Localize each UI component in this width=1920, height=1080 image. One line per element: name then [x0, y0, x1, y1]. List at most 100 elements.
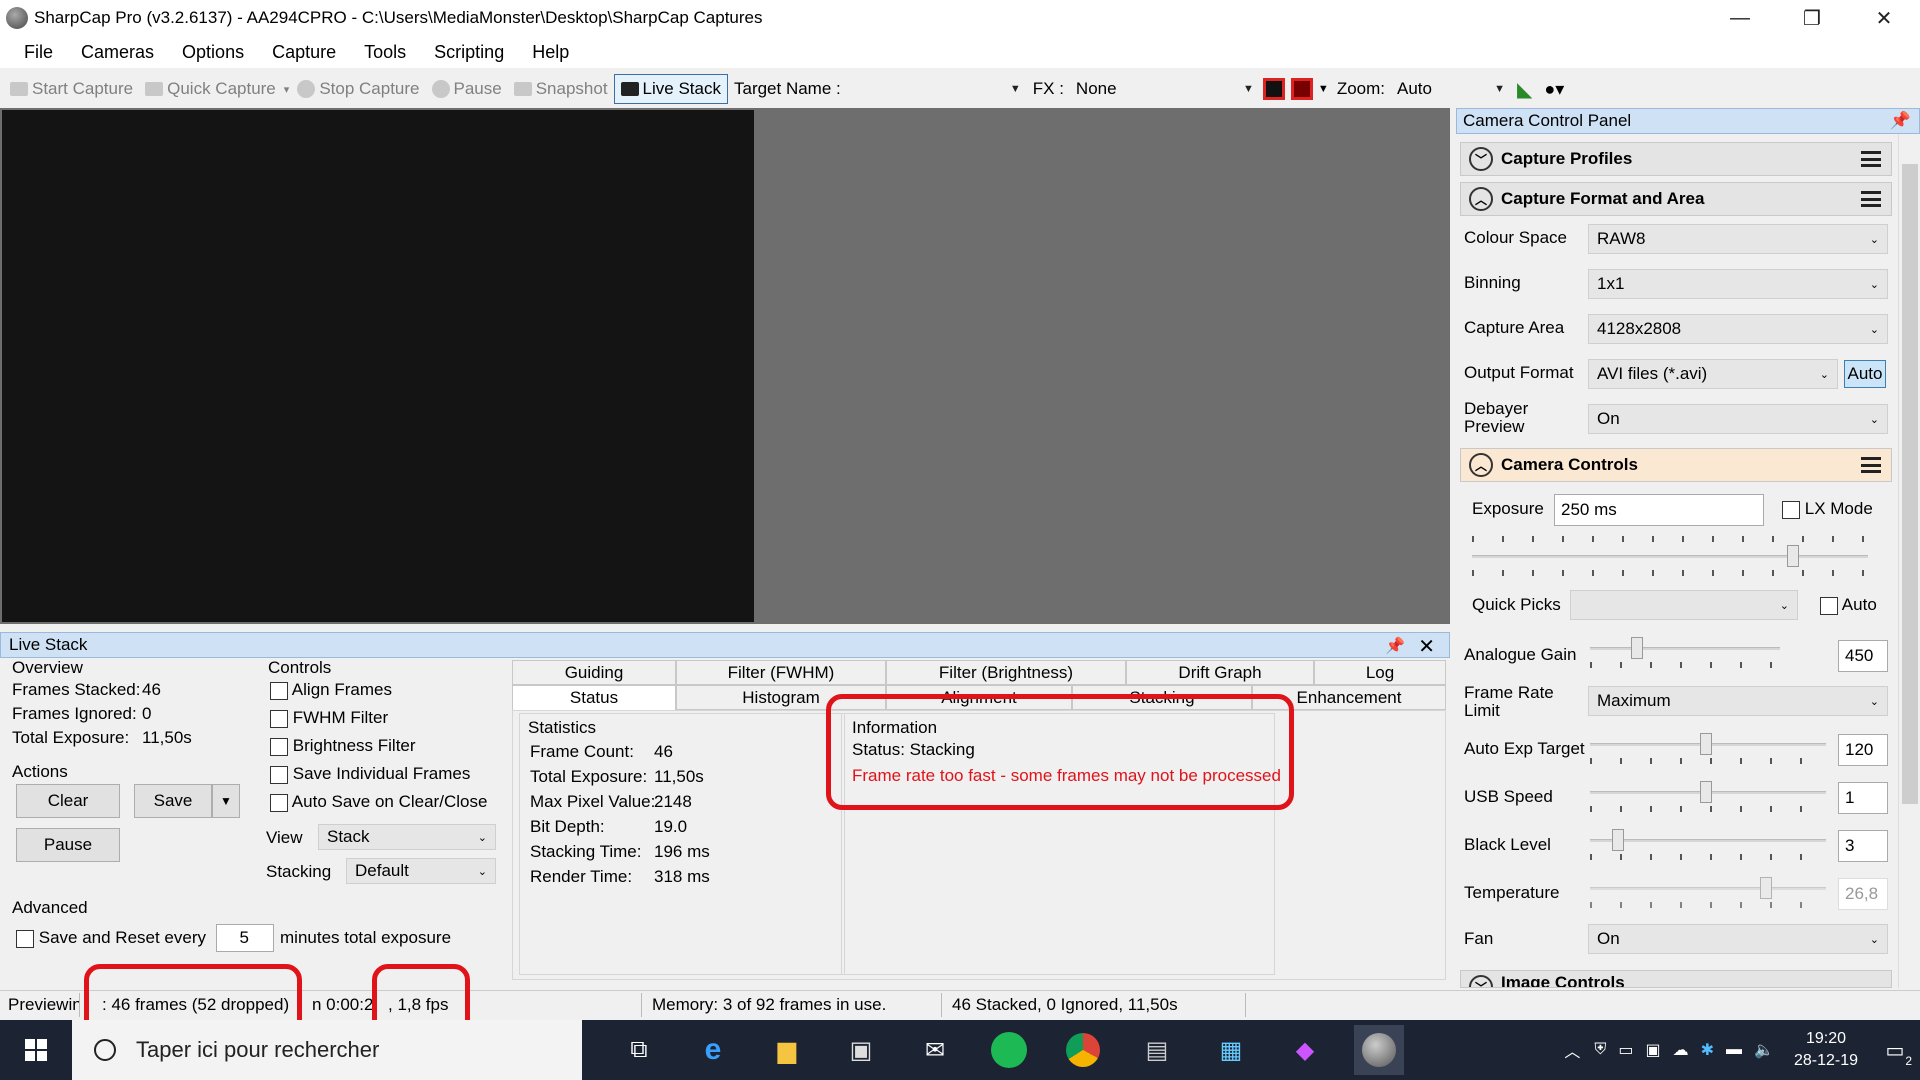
lx-mode-option[interactable]: LX Mode [1782, 500, 1873, 519]
stop-capture-button[interactable]: Stop Capture [291, 74, 425, 104]
crosshair-icon[interactable] [1290, 78, 1313, 100]
pin-icon[interactable]: 📌 [1385, 636, 1405, 656]
exposure-slider[interactable] [1472, 536, 1868, 576]
menu-scripting[interactable]: Scripting [420, 42, 518, 63]
fx-combo[interactable]: None ▼ [1069, 76, 1260, 102]
black-level-slider-thumb[interactable] [1612, 829, 1624, 851]
taskbar-clock[interactable]: 19:20 28-12-19 [1794, 1028, 1858, 1072]
tab-status[interactable]: Status [512, 685, 676, 710]
device-icon[interactable]: ▭ [1618, 1040, 1633, 1060]
brightness-filter-checkbox[interactable] [270, 737, 288, 756]
auto-save-checkbox[interactable] [270, 793, 288, 812]
pause-stack-button[interactable]: Pause [16, 828, 120, 862]
tab-filter-fwhm[interactable]: Filter (FWHM) [676, 660, 886, 685]
close-icon[interactable]: ✕ [1418, 634, 1435, 659]
lx-mode-checkbox[interactable] [1782, 500, 1800, 519]
target-name-combo[interactable]: ▼ [846, 76, 1027, 102]
image-preview-area[interactable] [0, 108, 1450, 624]
pin-icon[interactable]: 📌 [1890, 111, 1911, 131]
camera-panel-scrollbar[interactable] [1898, 134, 1920, 988]
stacking-select[interactable]: Default ⌄ [346, 858, 496, 884]
exposure-auto-checkbox[interactable] [1820, 596, 1838, 615]
spotify-icon[interactable] [984, 1025, 1034, 1075]
auto-save-option[interactable]: Auto Save on Clear/Close [270, 792, 487, 812]
sharpcap-taskbar-icon[interactable] [1354, 1025, 1404, 1075]
zoom-tool-icon[interactable]: ●▾ [1538, 74, 1570, 104]
network-share-icon[interactable]: ▣ [1646, 1040, 1661, 1060]
save-individual-frames-checkbox[interactable] [270, 765, 288, 784]
black-level-input[interactable]: 3 [1838, 830, 1888, 862]
capture-profiles-header[interactable]: ﹀ Capture Profiles [1460, 142, 1892, 176]
analogue-gain-input[interactable]: 450 [1838, 640, 1888, 672]
reticle-icon[interactable] [1262, 78, 1285, 100]
tray-chevron-up-icon[interactable]: ︿ [1564, 1038, 1580, 1062]
usb-speed-slider-thumb[interactable] [1700, 781, 1712, 803]
brightness-filter-option[interactable]: Brightness Filter [270, 736, 416, 756]
save-individual-frames-option[interactable]: Save Individual Frames [270, 764, 470, 784]
tab-guiding[interactable]: Guiding [512, 660, 676, 685]
save-reset-checkbox[interactable] [16, 929, 34, 948]
output-format-auto-button[interactable]: Auto [1844, 360, 1886, 388]
close-window-button[interactable]: ✕ [1848, 0, 1920, 36]
view-select[interactable]: Stack ⌄ [318, 824, 496, 850]
save-options-dropdown[interactable]: ▼ [212, 784, 240, 818]
image-controls-header[interactable]: ﹀ Image Controls [1460, 970, 1892, 988]
histogram-icon[interactable]: ◣ [1511, 74, 1538, 104]
align-frames-checkbox[interactable] [270, 681, 288, 700]
store-icon[interactable]: ▣ [836, 1025, 886, 1075]
capture-format-header[interactable]: ︿ Capture Format and Area [1460, 182, 1892, 216]
tab-log[interactable]: Log [1314, 660, 1446, 685]
battery-icon[interactable]: ▬ [1726, 1041, 1742, 1059]
black-level-slider[interactable] [1590, 826, 1826, 860]
quick-capture-dropdown[interactable]: ▾ [282, 74, 292, 104]
exposure-auto-option[interactable]: Auto [1820, 596, 1877, 615]
edge-browser-icon[interactable]: e [688, 1025, 738, 1075]
fwhm-filter-option[interactable]: FWHM Filter [270, 708, 388, 728]
overlay-dropdown[interactable]: ▼ [1316, 74, 1331, 104]
align-frames-option[interactable]: Align Frames [270, 680, 392, 700]
colour-space-select[interactable]: RAW8 ⌄ [1588, 224, 1888, 254]
exposure-input[interactable]: 250 ms [1554, 494, 1764, 526]
onedrive-icon[interactable]: ☁ [1673, 1040, 1689, 1060]
camera-controls-header[interactable]: ︿ Camera Controls [1460, 448, 1892, 482]
quick-capture-button[interactable]: Quick Capture [139, 74, 282, 104]
pause-capture-button[interactable]: Pause [426, 74, 508, 104]
analogue-gain-slider[interactable] [1590, 634, 1780, 668]
auto-exp-target-slider[interactable] [1590, 730, 1826, 764]
bluetooth-icon[interactable]: ✱ [1701, 1040, 1714, 1060]
minimize-button[interactable]: — [1704, 0, 1776, 36]
tab-drift-graph[interactable]: Drift Graph [1126, 660, 1314, 685]
quick-picks-select[interactable]: ⌄ [1570, 590, 1798, 620]
fan-select[interactable]: On ⌄ [1588, 924, 1888, 954]
notification-center-icon[interactable]: ▭ 2 [1870, 1020, 1920, 1080]
frame-rate-limit-select[interactable]: Maximum ⌄ [1588, 686, 1888, 716]
paint-3d-icon[interactable]: ◆ [1280, 1025, 1330, 1075]
save-reset-option[interactable]: Save and Reset every [16, 928, 206, 948]
file-explorer-icon[interactable]: ▆ [762, 1025, 812, 1075]
clear-stack-button[interactable]: Clear [16, 784, 120, 818]
app-icon-monitor[interactable]: ▤ [1132, 1025, 1182, 1075]
usb-speed-slider[interactable] [1590, 778, 1826, 812]
save-stack-button[interactable]: Save [134, 784, 212, 818]
camera-panel-scrollbar-thumb[interactable] [1902, 164, 1918, 804]
volume-icon[interactable]: 🔈 [1754, 1040, 1774, 1060]
taskbar-search[interactable]: Taper ici pour rechercher [72, 1020, 582, 1080]
fwhm-filter-checkbox[interactable] [270, 709, 288, 728]
output-format-select[interactable]: AVI files (*.avi) ⌄ [1588, 359, 1838, 389]
menu-help[interactable]: Help [518, 42, 583, 63]
menu-tools[interactable]: Tools [350, 42, 420, 63]
security-icon[interactable]: ⛨ [1594, 1041, 1606, 1059]
app-icon-remote[interactable]: ▦ [1206, 1025, 1256, 1075]
menu-file[interactable]: File [10, 42, 67, 63]
tab-filter-brightness[interactable]: Filter (Brightness) [886, 660, 1126, 685]
maximize-button[interactable]: ❐ [1776, 0, 1848, 36]
menu-icon[interactable] [1861, 151, 1881, 167]
exposure-slider-thumb[interactable] [1787, 545, 1799, 567]
menu-icon[interactable] [1861, 457, 1881, 473]
menu-icon[interactable] [1861, 191, 1881, 207]
start-capture-button[interactable]: Start Capture [4, 74, 139, 104]
auto-exp-target-slider-thumb[interactable] [1700, 733, 1712, 755]
snapshot-button[interactable]: Snapshot [508, 74, 614, 104]
capture-area-select[interactable]: 4128x2808 ⌄ [1588, 314, 1888, 344]
zoom-combo[interactable]: Auto ▼ [1391, 76, 1511, 102]
